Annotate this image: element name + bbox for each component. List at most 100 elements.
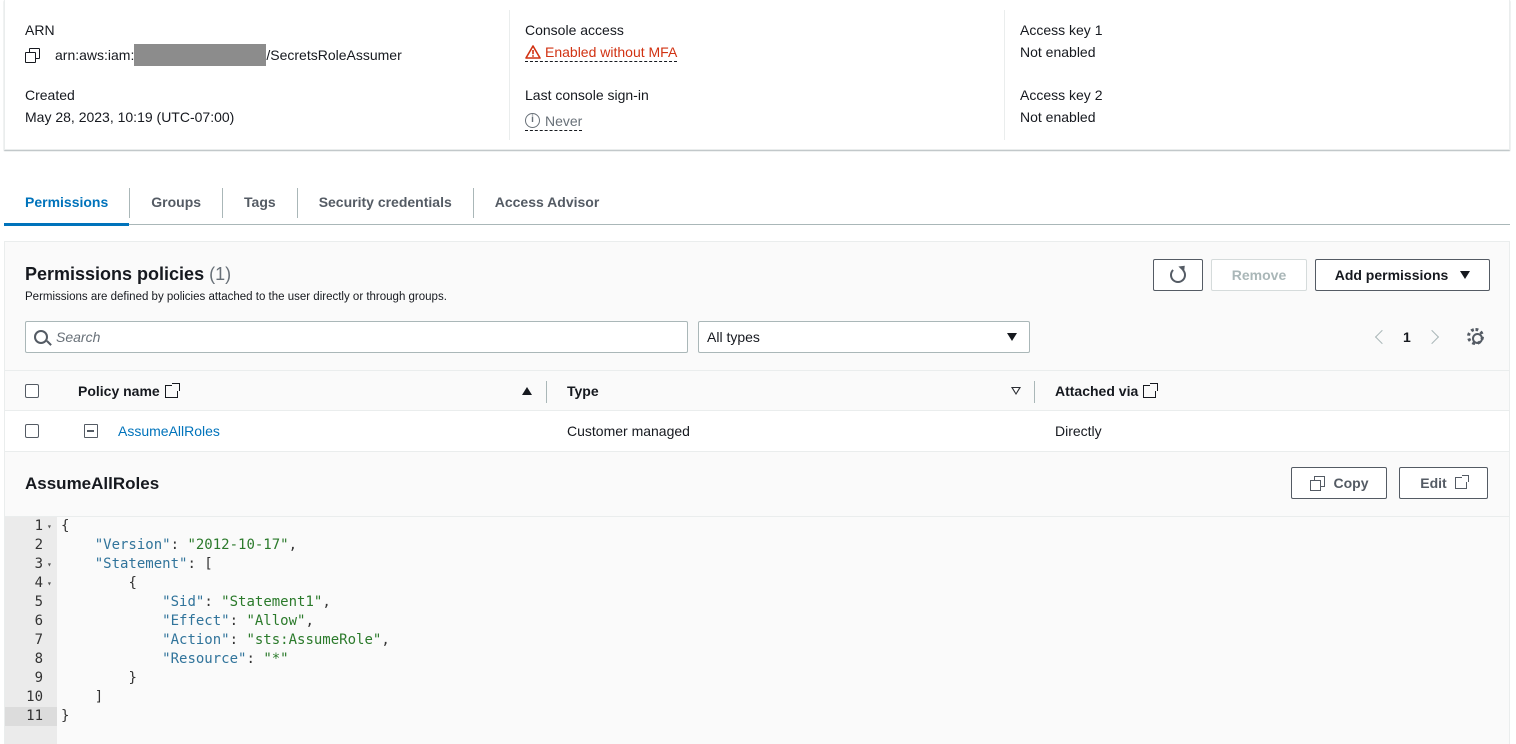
policy-detail-title: AssumeAllRoles (25, 474, 160, 493)
line-number: 9 (34, 670, 43, 686)
access-key2-value: Not enabled (1020, 109, 1096, 125)
code-line: } (61, 707, 69, 726)
line-number: 6 (34, 613, 43, 629)
refresh-button[interactable] (1153, 259, 1203, 291)
access-key2-label: Access key 2 (1020, 87, 1103, 103)
console-access-value[interactable]: Enabled without MFA (525, 44, 678, 62)
line-number: 2 (34, 537, 43, 553)
tab-bar: Permissions Groups Tags Security credent… (4, 178, 1510, 226)
column-header-policy-name[interactable]: Policy name (78, 382, 180, 399)
tab-tags[interactable]: Tags (223, 178, 297, 225)
fold-arrow-icon[interactable]: ▾ (47, 517, 55, 536)
code-token: "Statement" (94, 556, 188, 572)
code-token: "Allow" (246, 613, 306, 629)
code-token: "Effect" (162, 613, 230, 629)
search-box (25, 321, 688, 353)
table-row: AssumeAllRoles Customer managed Directly (5, 411, 1509, 452)
column-header-attached-via[interactable]: Attached via (1055, 382, 1159, 399)
arn-label: ARN (25, 22, 55, 38)
type-filter-value: All types (707, 329, 760, 345)
select-all-checkbox[interactable] (25, 384, 39, 398)
access-key1-label: Access key 1 (1020, 22, 1103, 38)
column-divider[interactable] (546, 381, 547, 403)
console-access-label: Console access (525, 22, 624, 38)
code-token: : [ (187, 556, 213, 572)
permissions-policies-panel: Permissions policies (1) Permissions are… (4, 241, 1510, 744)
info-icon: i (525, 113, 540, 128)
tab-security-credentials[interactable]: Security credentials (298, 178, 473, 225)
copy-label: Copy (1333, 475, 1369, 491)
external-link-icon (164, 382, 180, 398)
tab-permissions[interactable]: Permissions (4, 178, 130, 226)
collapse-icon[interactable] (84, 424, 98, 438)
column-divider[interactable] (1034, 381, 1035, 403)
gear-icon[interactable] (1467, 328, 1484, 345)
pagination: 1 (1371, 322, 1443, 352)
column-label: Attached via (1055, 383, 1139, 399)
edit-button[interactable]: Edit (1399, 467, 1488, 499)
code-token: "Resource" (162, 651, 247, 667)
permissions-count: (1) (209, 264, 232, 284)
summary-column-arn: ARN arn:aws:iam: /SecretsRoleAssumer Crea… (25, 0, 505, 140)
code-line: "Effect": "Allow", (162, 613, 314, 629)
console-access-text: Enabled without MFA (545, 44, 678, 60)
summary-column-access-keys: Access key 1 Not enabled Access key 2 No… (1004, 10, 1504, 140)
code-line: "Sid": "Statement1", (162, 594, 331, 610)
code-line: "Version": "2012-10-17", (94, 537, 298, 553)
summary-column-console: Console access Enabled without MFA Last … (509, 10, 1005, 140)
permissions-subtitle: Permissions are defined by policies atta… (25, 291, 447, 303)
code-token: "2012-10-17" (187, 537, 289, 553)
sort-descending-icon[interactable] (1011, 387, 1021, 395)
type-filter-select[interactable]: All types (698, 321, 1030, 353)
code-token: "Statement1" (221, 594, 323, 610)
fold-arrow-icon[interactable]: ▾ (47, 574, 55, 593)
json-policy-editor[interactable]: 1 ▾ 2 3 ▾ 4 ▾ 5 6 7 8 9 10 11 { "Version… (5, 516, 1509, 744)
caret-down-icon (1460, 271, 1471, 279)
table-header: Policy name Type Attached via (5, 370, 1509, 411)
fold-arrow-icon[interactable]: ▾ (47, 555, 55, 574)
code-line: "Statement": [ (61, 555, 213, 574)
policy-type: Customer managed (567, 423, 690, 439)
row-checkbox[interactable] (25, 424, 39, 438)
tab-label: Permissions (25, 193, 109, 210)
code-token: "*" (263, 651, 289, 667)
tab-label: Security credentials (318, 193, 452, 210)
copy-button[interactable]: Copy (1291, 467, 1387, 499)
tab-label: Groups (151, 193, 202, 210)
tab-groups[interactable]: Groups (130, 178, 222, 225)
line-number: 8 (34, 651, 43, 667)
line-number: 10 (26, 689, 43, 705)
code-line: { (61, 574, 137, 593)
chevron-right-icon[interactable] (1424, 329, 1439, 345)
code-line: "Resource": "*" (162, 651, 289, 667)
code-token: { (128, 575, 137, 591)
remove-button[interactable]: Remove (1211, 259, 1307, 291)
tab-access-advisor[interactable]: Access Advisor (474, 178, 621, 225)
line-number: 11 (5, 707, 57, 726)
refresh-icon (1170, 267, 1186, 283)
policy-detail-panel: AssumeAllRoles Copy Edit 1 ▾ 2 3 ▾ 4 ▾ 5… (5, 452, 1509, 744)
line-number: 1 (34, 518, 43, 534)
sort-ascending-icon[interactable] (522, 387, 532, 395)
page-number[interactable]: 1 (1403, 329, 1411, 345)
code-line: { (61, 517, 69, 536)
add-permissions-label: Add permissions (1334, 267, 1449, 283)
code-line: "Action": "sts:AssumeRole", (162, 632, 390, 648)
last-signin-value[interactable]: i Never (525, 109, 583, 131)
line-number: 4 (34, 575, 43, 591)
code-token: "Action" (162, 632, 230, 648)
add-permissions-button[interactable]: Add permissions (1315, 259, 1490, 291)
chevron-left-icon[interactable] (1374, 329, 1390, 345)
last-signin-label: Last console sign-in (525, 87, 649, 103)
policy-name-link[interactable]: AssumeAllRoles (118, 423, 220, 439)
copy-icon[interactable] (25, 48, 40, 63)
warning-icon (525, 45, 541, 59)
code-line: ] (61, 688, 103, 707)
permissions-title-text: Permissions policies (25, 264, 205, 284)
tab-label: Tags (244, 193, 276, 210)
code-token: { (61, 518, 70, 534)
search-input[interactable] (56, 329, 656, 345)
external-link-icon (1454, 475, 1469, 489)
column-header-type[interactable]: Type (567, 383, 599, 399)
created-label: Created (25, 87, 75, 103)
